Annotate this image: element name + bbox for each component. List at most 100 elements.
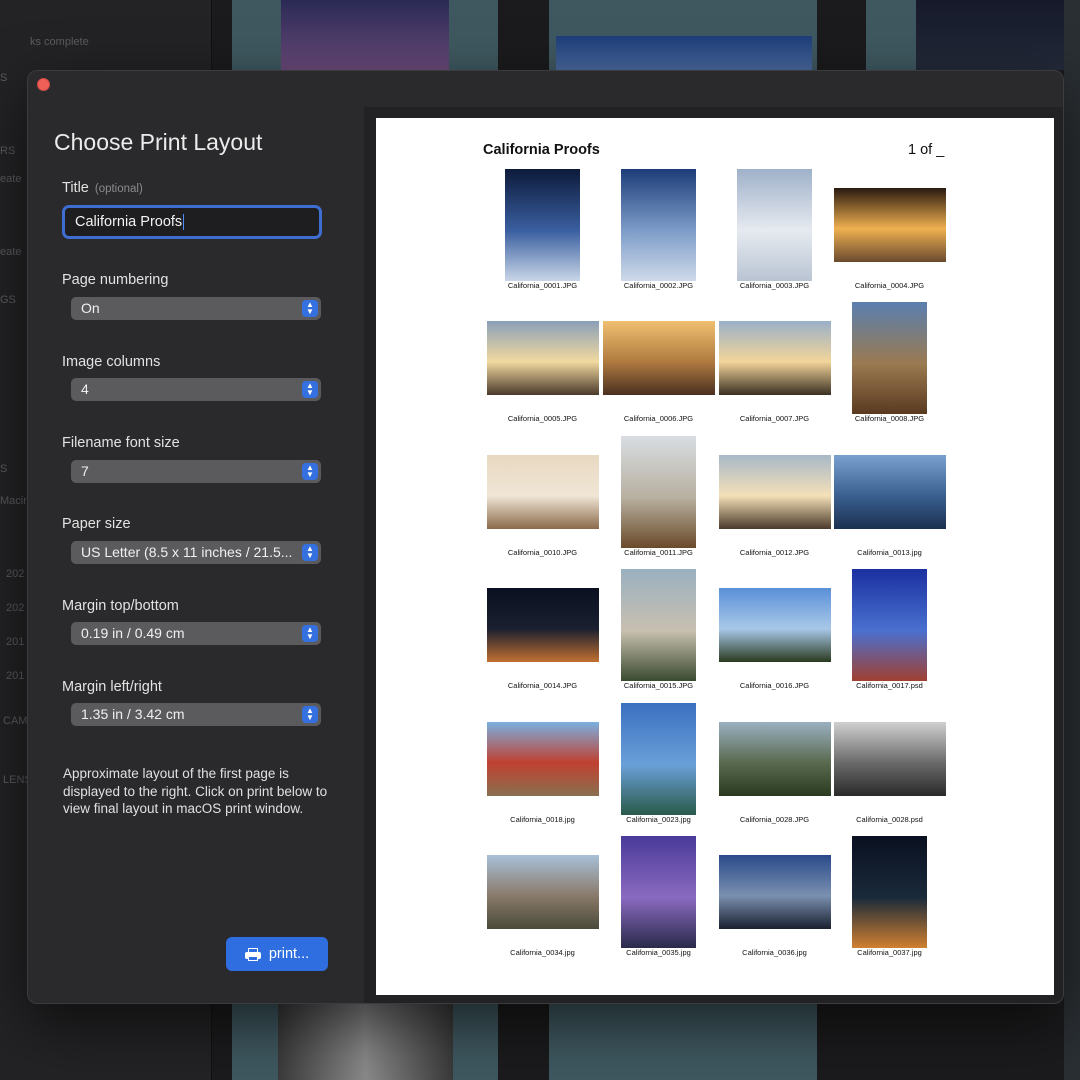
thumbnail-image [852, 835, 927, 948]
thumbnail-image [486, 320, 599, 395]
thumbnail-image [486, 587, 599, 662]
thumbnail-frame [601, 567, 716, 682]
proof-thumbnail: California_0016.JPG [717, 567, 832, 700]
preview-page-number: 1 of _ [908, 142, 945, 158]
background-sidebar-text: 202 [6, 602, 25, 614]
proof-thumbnail: California_0011.JPG [601, 434, 716, 567]
chevron-up-down-icon: ▲ ▼ [302, 381, 318, 398]
print-button-label: print... [268, 946, 310, 962]
background-photo-tile [549, 1004, 817, 1080]
thumbnail-frame [717, 567, 832, 682]
thumbnail-filename: California_0013.jpg [857, 548, 922, 557]
chevron-up-down-icon: ▲ ▼ [302, 463, 318, 480]
thumbnail-filename: California_0004.JPG [854, 281, 925, 290]
page-numbering-select[interactable]: On ▲ ▼ [71, 297, 321, 320]
filename-font-size-select[interactable]: 7 ▲ ▼ [71, 460, 321, 483]
proof-thumbnail: California_0023.jpg [601, 701, 716, 834]
thumbnail-image [621, 835, 696, 948]
background-photo-tile [281, 0, 449, 70]
background-right-strip [1064, 0, 1080, 1080]
image-columns-label: Image columns [62, 354, 161, 370]
proof-thumbnail: California_0014.JPG [485, 567, 600, 700]
thumbnail-image [486, 721, 599, 796]
background-sidebar-text: RS [0, 145, 16, 157]
thumbnail-image [602, 320, 715, 395]
title-input[interactable]: California Proofs [62, 205, 322, 239]
thumbnail-filename: California_0028.JPG [739, 815, 810, 824]
proof-thumbnail: California_0013.jpg [832, 434, 947, 567]
thumbnail-image [852, 568, 927, 681]
thumbnail-image [486, 454, 599, 529]
thumbnail-filename: California_0002.JPG [623, 281, 694, 290]
proof-thumbnail: California_0008.JPG [832, 300, 947, 433]
thumbnail-frame [832, 167, 947, 282]
thumbnail-image [833, 187, 946, 262]
paper-size-select[interactable]: US Letter (8.5 x 11 inches / 21.5... ▲ ▼ [71, 541, 321, 564]
thumbnail-frame [601, 300, 716, 415]
thumbnail-filename: California_0037.jpg [857, 948, 922, 957]
title-input-value: California Proofs [75, 214, 183, 230]
proof-thumbnail: California_0036.jpg [717, 834, 832, 967]
thumbnail-filename: California_0014.JPG [507, 681, 578, 690]
background-sidebar-text: S [0, 463, 8, 475]
thumbnail-frame [832, 567, 947, 682]
thumbnail-image [833, 454, 946, 529]
thumbnail-frame [717, 701, 832, 816]
proof-thumbnail: California_0005.JPG [485, 300, 600, 433]
thumbnail-image [621, 568, 696, 681]
image-columns-value: 4 [81, 381, 89, 397]
thumbnail-filename: California_0035.jpg [626, 948, 691, 957]
thumbnail-image [718, 721, 831, 796]
proof-thumbnail: California_0015.JPG [601, 567, 716, 700]
background-sidebar-text: S [0, 72, 8, 84]
background-photo-tile [556, 36, 812, 70]
preview-page-title: California Proofs [483, 142, 600, 158]
proof-thumbnail: California_0028.psd [832, 701, 947, 834]
thumbnail-frame [832, 834, 947, 949]
thumbnail-image [718, 454, 831, 529]
margin-left-right-select[interactable]: 1.35 in / 3.42 cm ▲ ▼ [71, 703, 321, 726]
margin-left-right-value: 1.35 in / 3.42 cm [81, 706, 185, 722]
filename-font-size-value: 7 [81, 463, 89, 479]
proof-thumbnail: California_0037.jpg [832, 834, 947, 967]
image-columns-select[interactable]: 4 ▲ ▼ [71, 378, 321, 401]
thumbnail-frame [485, 167, 600, 282]
proof-thumbnail: California_0006.JPG [601, 300, 716, 433]
thumbnail-frame [601, 834, 716, 949]
thumbnail-image [718, 587, 831, 662]
thumbnail-filename: California_0018.jpg [510, 815, 575, 824]
print-button[interactable]: print... [226, 937, 328, 971]
thumbnail-filename: California_0023.jpg [626, 815, 691, 824]
margin-top-bottom-label: Margin top/bottom [62, 598, 179, 614]
thumbnail-filename: California_0012.JPG [739, 548, 810, 557]
proof-thumbnail: California_0017.psd [832, 567, 947, 700]
thumbnail-filename: California_0017.psd [856, 681, 923, 690]
thumbnail-frame [717, 300, 832, 415]
thumbnail-filename: California_0005.JPG [507, 414, 578, 423]
thumbnail-frame [832, 300, 947, 415]
background-sidebar-text: eate [0, 173, 22, 185]
thumbnail-filename: California_0016.JPG [739, 681, 810, 690]
thumbnail-frame [832, 434, 947, 549]
thumbnail-image [737, 168, 812, 281]
chevron-up-down-icon: ▲ ▼ [302, 706, 318, 723]
thumbnail-image [505, 168, 580, 281]
proof-thumbnail: California_0004.JPG [832, 167, 947, 300]
background-sidebar-text: eate [0, 246, 22, 258]
paper-size-value: US Letter (8.5 x 11 inches / 21.5... [81, 544, 293, 560]
layout-info-text: Approximate layout of the first page is … [63, 766, 328, 816]
margin-top-bottom-value: 0.19 in / 0.49 cm [81, 625, 185, 641]
thumbnail-frame [485, 834, 600, 949]
margin-top-bottom-select[interactable]: 0.19 in / 0.49 cm ▲ ▼ [71, 622, 321, 645]
margin-left-right-label: Margin left/right [62, 679, 162, 695]
thumbnail-filename: California_0028.psd [856, 815, 923, 824]
filename-font-size-label: Filename font size [62, 435, 180, 451]
background-sidebar-text: 201 [6, 670, 25, 682]
thumbnail-filename: California_0003.JPG [739, 281, 810, 290]
thumbnail-filename: California_0015.JPG [623, 681, 694, 690]
background-sidebar-text: GS [0, 294, 16, 306]
proof-thumbnail: California_0028.JPG [717, 701, 832, 834]
close-window-button[interactable] [37, 78, 50, 91]
chevron-up-down-icon: ▲ ▼ [302, 544, 318, 561]
printer-icon [244, 947, 261, 961]
